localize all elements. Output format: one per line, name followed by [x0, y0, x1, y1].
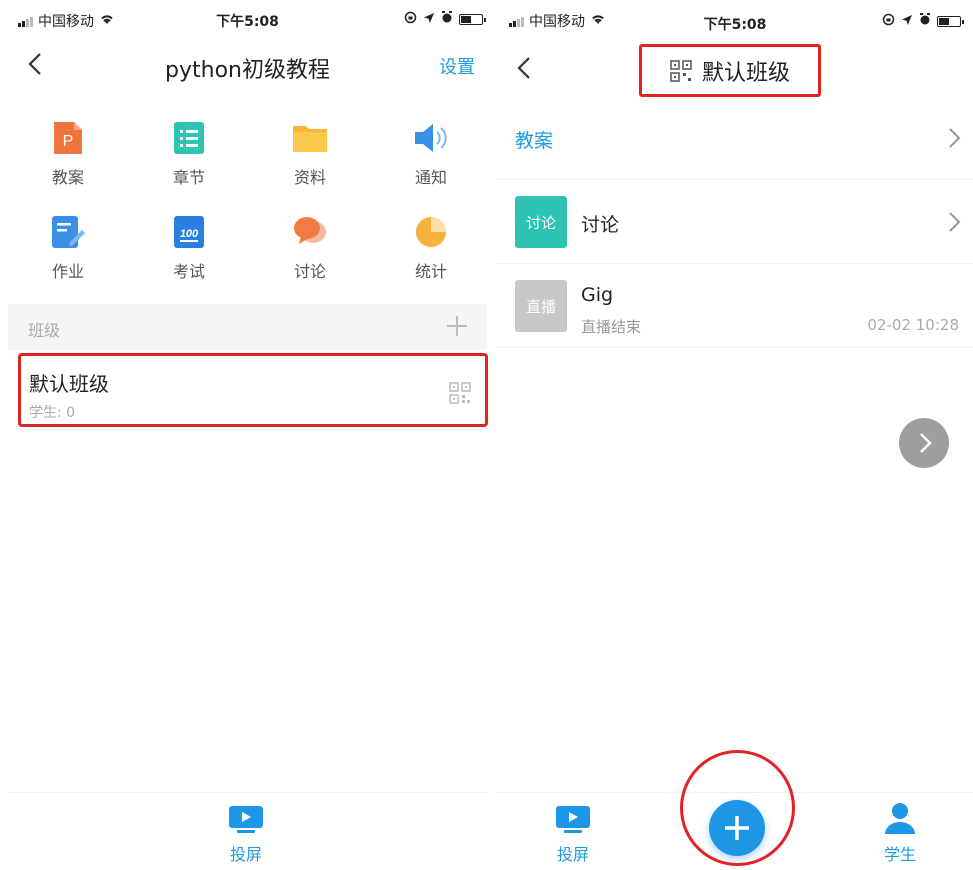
next-button[interactable] — [899, 418, 949, 468]
class-item-default[interactable]: 默认班级 学生: 0 — [18, 353, 488, 427]
rotation-lock-icon — [404, 11, 417, 28]
student-count: 学生: 0 — [29, 405, 76, 421]
location-icon — [901, 14, 913, 30]
nav-bar: python初级教程 设置 — [0, 40, 495, 90]
nav-bar: 默认班级 — [497, 40, 973, 97]
lesson-plan-icon: P — [54, 122, 82, 154]
grid-item-exam[interactable]: 100 考试 — [129, 214, 249, 282]
tab-bar: 投屏 — [8, 792, 487, 870]
grid-label: 作业 — [51, 262, 84, 281]
tab-screencast[interactable]: 投屏 — [228, 805, 264, 865]
class-section-header: 班级 — [8, 304, 487, 350]
page-title: 默认班级 — [701, 60, 790, 86]
live-status: 直播结束 — [581, 318, 642, 336]
add-class-button[interactable] — [445, 314, 469, 338]
highlight-ring — [680, 750, 795, 866]
alarm-icon — [919, 13, 931, 30]
speaker-icon — [415, 124, 447, 152]
settings-button[interactable]: 设置 — [439, 53, 475, 79]
chapter-icon — [174, 122, 204, 154]
tab-students[interactable]: 学生 — [883, 801, 917, 865]
grid-label: 统计 — [414, 262, 447, 281]
chevron-left-icon — [517, 57, 530, 79]
status-bar: 中国移动 下午5:08 — [0, 0, 495, 40]
page-title: python初级教程 — [165, 58, 330, 83]
grid-item-homework[interactable]: 作业 — [8, 214, 128, 282]
alarm-icon — [441, 11, 453, 28]
battery-icon — [459, 14, 486, 25]
tab-label: 投屏 — [556, 845, 589, 864]
exam-icon: 100 — [174, 216, 204, 248]
live-thumb: 直播 — [515, 280, 567, 332]
discussion-icon — [294, 217, 326, 244]
tab-screencast[interactable]: 投屏 — [555, 805, 591, 865]
row-label: 讨论 — [581, 214, 620, 236]
screencast-icon — [556, 806, 590, 833]
row-label: 教案 — [515, 130, 554, 152]
user-icon — [885, 803, 915, 834]
svg-text:P: P — [63, 133, 74, 150]
pie-chart-icon — [416, 217, 446, 247]
qr-code-icon — [670, 59, 692, 82]
rotation-lock-icon — [882, 13, 895, 30]
folder-icon — [293, 126, 327, 152]
status-bar: 中国移动 下午5:08 — [497, 0, 973, 40]
grid-label: 考试 — [172, 262, 205, 281]
chevron-right-icon — [949, 128, 961, 148]
tab-label: 学生 — [883, 845, 916, 864]
live-title: Gig — [581, 284, 614, 306]
row-live[interactable]: 直播 Gig 直播结束 02-02 10:28 — [497, 264, 973, 348]
grid-item-lesson-plan[interactable]: P 教案 — [8, 120, 128, 188]
grid-item-stats[interactable]: 统计 — [371, 214, 491, 282]
row-discussion[interactable]: 讨论 讨论 — [497, 180, 973, 264]
section-title: 班级 — [28, 321, 61, 340]
chevron-right-icon — [920, 433, 932, 453]
grid-label: 通知 — [414, 168, 447, 187]
qr-code-icon[interactable] — [449, 382, 471, 408]
back-button[interactable] — [511, 54, 539, 82]
class-screen: 中国移动 下午5:08 默认班级 教案 讨论 讨论 直播 Gig 直播结束 02… — [497, 0, 973, 870]
grid-label: 章节 — [172, 168, 205, 187]
grid-item-materials[interactable]: 资料 — [250, 120, 370, 188]
discussion-thumb: 讨论 — [515, 196, 567, 248]
chevron-right-icon — [949, 212, 961, 232]
course-screen: 中国移动 下午5:08 python初级教程 设置 P 教案 章节 资料 通知 … — [0, 0, 495, 870]
class-name: 默认班级 — [29, 372, 109, 396]
grid-label: 讨论 — [293, 262, 326, 281]
battery-icon — [937, 16, 964, 27]
plus-icon — [447, 316, 467, 336]
tab-label: 投屏 — [229, 845, 262, 864]
grid-label: 教案 — [51, 168, 84, 187]
homework-icon — [52, 216, 85, 248]
grid-item-chapter[interactable]: 章节 — [129, 120, 249, 188]
class-title[interactable]: 默认班级 — [639, 44, 821, 97]
svg-text:100: 100 — [180, 228, 199, 240]
grid-item-notice[interactable]: 通知 — [371, 120, 491, 188]
location-icon — [423, 12, 435, 28]
row-lesson-plan[interactable]: 教案 — [497, 97, 973, 180]
grid-item-discussion[interactable]: 讨论 — [250, 214, 370, 282]
live-time: 02-02 10:28 — [867, 316, 959, 334]
screencast-icon — [229, 806, 263, 833]
grid-label: 资料 — [293, 168, 326, 187]
